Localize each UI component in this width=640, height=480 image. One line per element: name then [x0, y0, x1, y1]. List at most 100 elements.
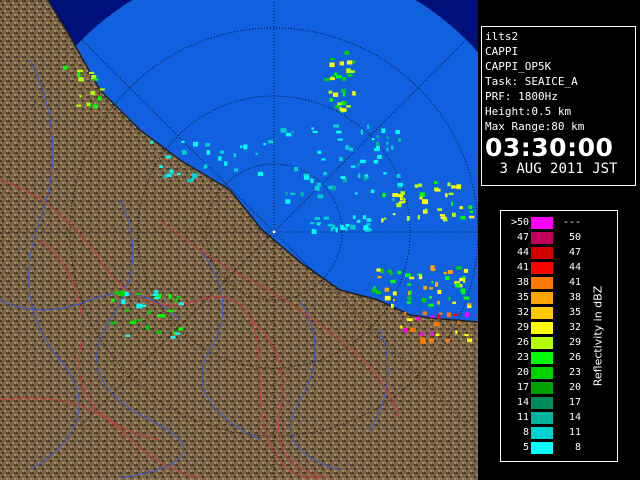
echo-cell [346, 60, 353, 65]
echo-cell [455, 330, 458, 334]
legend-low-value: 14 [516, 397, 529, 408]
radar-name: ilts2 [485, 30, 519, 43]
echo-cell [181, 150, 187, 155]
echo-cell [219, 150, 225, 154]
echo-cell [175, 332, 181, 335]
legend-swatch [531, 352, 553, 364]
echo-cell [314, 185, 320, 191]
echo-cell [464, 334, 469, 337]
echo-cell [391, 303, 394, 308]
legend-high-value: 41 [568, 277, 581, 288]
echo-cell [398, 138, 401, 142]
echo-cell [285, 199, 291, 204]
legend-swatch [531, 412, 553, 424]
echo-cell [382, 192, 386, 198]
echo-cell [121, 299, 126, 305]
echo-cell [352, 91, 356, 96]
echo-cell [350, 224, 356, 230]
echo-cell [433, 181, 438, 184]
echo-cell [451, 185, 456, 189]
echo-cell [218, 156, 222, 161]
echo-cell [423, 285, 427, 290]
legend-high-value: 44 [568, 262, 581, 273]
echo-cell [376, 290, 381, 295]
echo-cell [367, 124, 370, 130]
echo-cell [285, 192, 288, 196]
echo-cell [170, 336, 176, 339]
echo-cell [380, 268, 384, 274]
legend-swatch [531, 247, 553, 259]
echo-cell [406, 318, 413, 321]
echo-cell [416, 316, 420, 321]
echo-cell [310, 222, 315, 225]
echo-cell [456, 184, 461, 190]
echo-cell [349, 70, 355, 73]
echo-cell [79, 95, 82, 98]
echo-cell [356, 219, 361, 223]
echo-cell [290, 192, 296, 195]
legend-high-value: 38 [568, 292, 581, 303]
echo-cell [428, 303, 434, 307]
echo-cell [334, 72, 338, 76]
echo-cell [327, 223, 334, 227]
echo-cell [352, 60, 356, 64]
echo-cell [329, 62, 335, 68]
echo-cell [317, 150, 322, 154]
legend-low-value: 11 [516, 412, 529, 423]
reflectivity-legend: >50 --- 47 50 44 47 41 44 38 41 35 38 32 35 29 32 26 29 23… [500, 210, 618, 462]
echo-cell [240, 145, 243, 149]
echo-cell [134, 292, 141, 295]
echo-cell [418, 183, 423, 187]
echo-cell [323, 171, 328, 176]
echo-cell [383, 217, 387, 220]
echo-cell [400, 325, 403, 329]
echo-cell [205, 163, 208, 167]
echo-cell [363, 225, 369, 230]
echo-cell [390, 279, 396, 284]
echo-cell [255, 152, 258, 155]
legend-swatch [531, 427, 553, 439]
echo-cell [340, 225, 345, 228]
echo-cell [387, 269, 392, 273]
echo-cell [451, 201, 453, 206]
echo-cell [150, 140, 154, 144]
product-name: CAPPI_OP5K [485, 60, 552, 73]
echo-cell [405, 273, 411, 278]
echo-cell [206, 150, 211, 155]
echo-cell [97, 96, 102, 101]
legend-high-value: 17 [568, 397, 581, 408]
echo-cell [129, 321, 136, 324]
legend-high-value: 47 [568, 247, 581, 258]
echo-cell [406, 215, 410, 221]
echo-cell [377, 155, 382, 159]
echo-cell [92, 78, 99, 81]
echo-cell [162, 314, 166, 318]
echo-cell [431, 281, 434, 284]
legend-low-value: 8 [522, 427, 529, 438]
echo-cell [457, 320, 460, 325]
echo-cell [147, 310, 151, 314]
task-label: Task: SEAICE_A [485, 75, 578, 88]
echo-cell [343, 101, 347, 104]
side-panel: ilts2 CAPPI CAPPI_OP5K Task: SEAICE_A PR… [478, 0, 640, 480]
echo-cell [340, 227, 346, 230]
echo-cell [350, 165, 356, 168]
echo-cell [366, 218, 372, 222]
echo-cell [366, 223, 371, 226]
echo-cell [376, 135, 379, 138]
echo-cell [398, 201, 405, 204]
legend-low-value: 26 [516, 337, 529, 348]
echo-cell [448, 296, 451, 300]
legend-swatch [531, 442, 553, 454]
echo-cell [436, 314, 441, 319]
echo-cell [360, 129, 364, 135]
echo-cell [463, 268, 469, 273]
echo-cell [419, 192, 425, 197]
echo-cell [397, 270, 402, 275]
echo-cell [323, 216, 329, 220]
echo-cell [263, 143, 266, 146]
echo-cell [352, 215, 356, 219]
echo-cell [340, 176, 346, 179]
echo-cell [330, 58, 335, 60]
echo-cell [344, 50, 349, 55]
